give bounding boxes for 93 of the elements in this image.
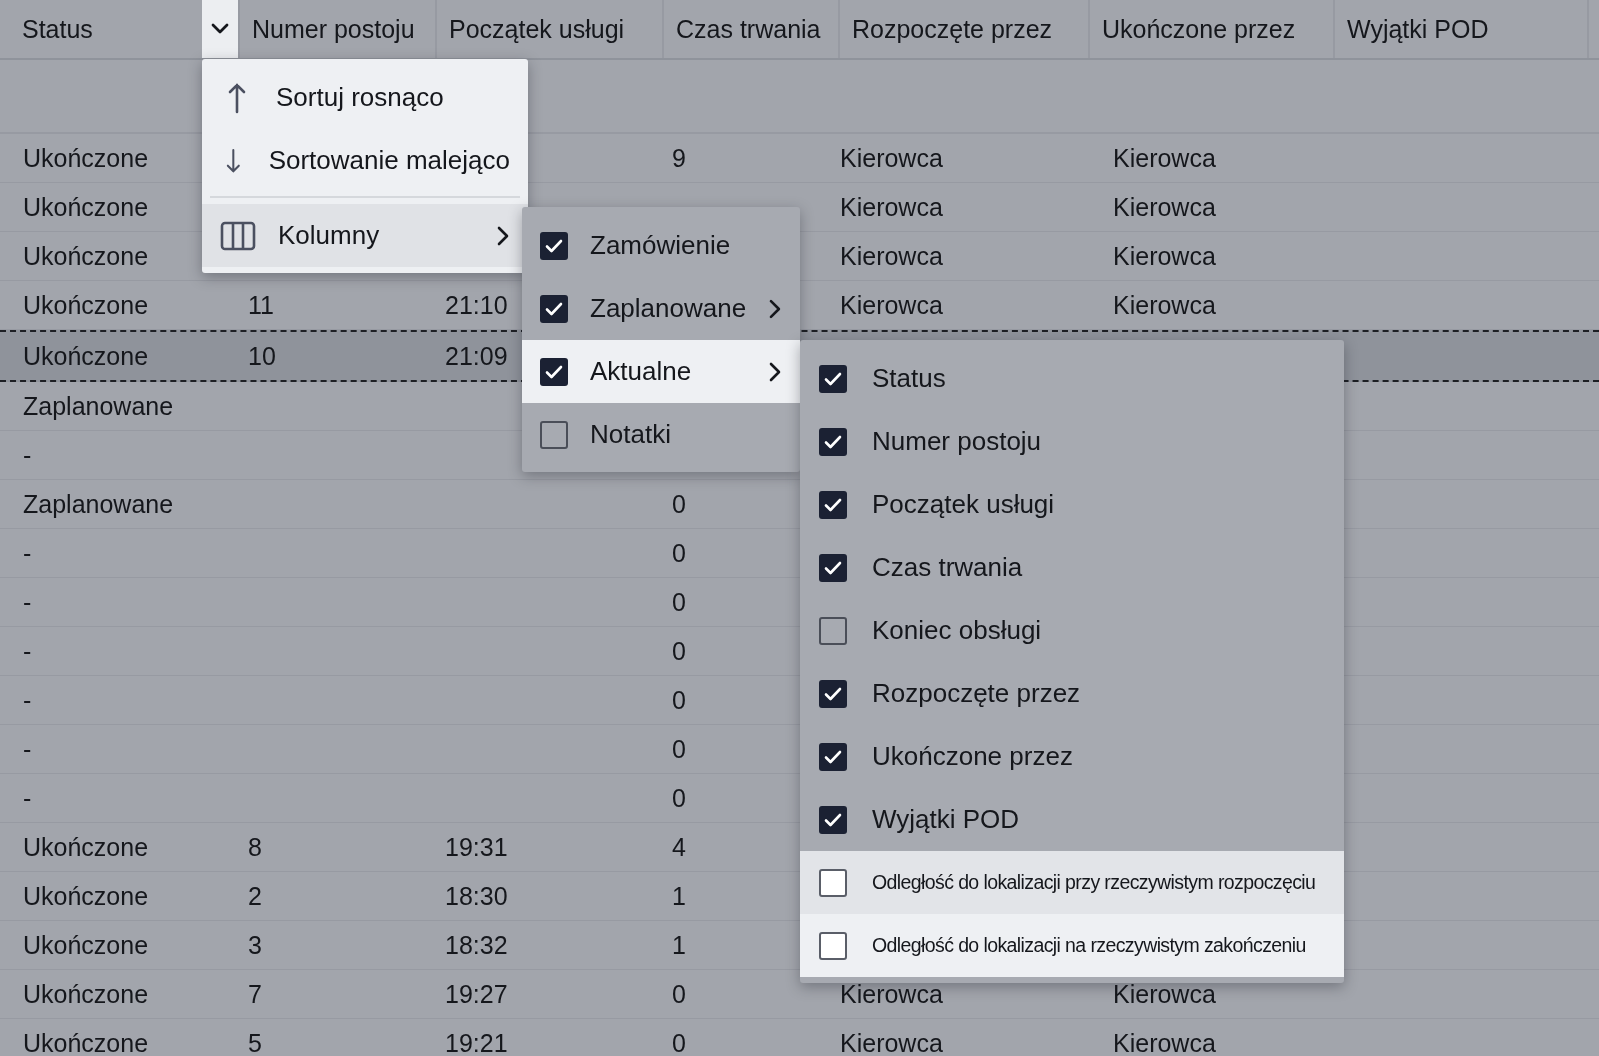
table-cell: Zaplanowane bbox=[23, 391, 174, 421]
chevron-right-icon bbox=[496, 224, 510, 247]
menu-item[interactable]: Odległość do lokalizacji na rzeczywistym zakończeniu bbox=[800, 914, 1344, 977]
table-cell: Kierowca bbox=[1113, 192, 1216, 222]
checkbox[interactable] bbox=[819, 868, 847, 897]
column-header[interactable]: Ukończone przez bbox=[1090, 14, 1296, 44]
table-cell: Kierowca bbox=[1113, 290, 1216, 320]
table-cell: Ukończone bbox=[23, 832, 149, 862]
table-cell: 18:32 bbox=[445, 930, 508, 960]
table-cell: 21:10 bbox=[445, 290, 508, 320]
table-cell: 4 bbox=[672, 832, 686, 862]
table-cell: 1 bbox=[672, 881, 686, 911]
table-cell: 7 bbox=[248, 979, 262, 1009]
table-cell: Kierowca bbox=[840, 241, 943, 271]
table-cell: 5 bbox=[248, 1028, 262, 1056]
checkbox[interactable] bbox=[819, 616, 847, 645]
table-cell: Ukończone bbox=[23, 341, 149, 371]
table-cell: Ukończone bbox=[23, 241, 149, 271]
checkbox[interactable] bbox=[540, 294, 568, 323]
table-cell: 8 bbox=[248, 832, 262, 862]
table-cell: 11 bbox=[248, 290, 274, 320]
column-header[interactable]: Wyjątki POD bbox=[1335, 14, 1489, 44]
table-cell: Ukończone bbox=[23, 1028, 149, 1056]
table-cell: 0 bbox=[672, 489, 686, 519]
table-row[interactable]: Ukończone 5 19:21 0 Kierowca Kierowca bbox=[0, 1019, 1599, 1056]
table-cell: 0 bbox=[672, 734, 686, 764]
table-cell: 2 bbox=[248, 881, 262, 911]
column-header[interactable]: Początek usługi bbox=[437, 14, 625, 44]
table-cell: 0 bbox=[672, 636, 686, 666]
table-cell: Ukończone bbox=[23, 192, 149, 222]
table-cell: 0 bbox=[672, 979, 686, 1009]
column-header[interactable]: Czas trwania bbox=[664, 14, 821, 44]
table-cell: 10 bbox=[248, 341, 276, 371]
column-header[interactable]: Rozpoczęte przez bbox=[840, 14, 1053, 44]
table-cell: - bbox=[23, 538, 32, 568]
checkbox[interactable] bbox=[819, 679, 847, 708]
table-cell: - bbox=[23, 587, 32, 617]
table-cell: 0 bbox=[672, 587, 686, 617]
table-cell: 0 bbox=[672, 783, 686, 813]
table-cell: Ukończone bbox=[23, 143, 149, 173]
checkbox[interactable] bbox=[819, 553, 847, 582]
menu-item[interactable]: Kolumny bbox=[202, 204, 528, 267]
column-header[interactable]: Numer postoju bbox=[240, 14, 415, 44]
table-cell: - bbox=[23, 636, 32, 666]
table-cell: Kierowca bbox=[840, 979, 943, 1009]
table-cell: Kierowca bbox=[1113, 979, 1216, 1009]
checkbox[interactable] bbox=[819, 742, 847, 771]
checkbox[interactable] bbox=[540, 231, 568, 260]
menu-item[interactable]: Sortuj rosnąco bbox=[202, 66, 528, 129]
table-cell: - bbox=[23, 685, 32, 715]
table-cell: 19:27 bbox=[445, 979, 508, 1009]
table-cell: Kierowca bbox=[1113, 1028, 1216, 1056]
table-cell: 19:31 bbox=[445, 832, 508, 862]
table-cell: 21:09 bbox=[445, 341, 508, 371]
table-cell: 19:21 bbox=[445, 1028, 508, 1056]
table-cell: - bbox=[23, 783, 32, 813]
table-cell: Kierowca bbox=[1113, 143, 1216, 173]
table-cell: 1 bbox=[672, 930, 686, 960]
table-cell: - bbox=[23, 440, 32, 470]
table-cell: 18:30 bbox=[445, 881, 508, 911]
column-header[interactable]: Status bbox=[0, 14, 93, 44]
checkbox[interactable] bbox=[819, 490, 847, 519]
table-cell: - bbox=[23, 734, 32, 764]
table-cell: 9 bbox=[672, 143, 686, 173]
table-cell: Kierowca bbox=[1113, 241, 1216, 271]
table-cell: Kierowca bbox=[840, 143, 943, 173]
column-menu-button[interactable] bbox=[202, 0, 240, 58]
columns-icon bbox=[220, 220, 256, 251]
table-cell: 0 bbox=[672, 685, 686, 715]
table-cell: Ukończone bbox=[23, 979, 149, 1009]
table-cell: Kierowca bbox=[840, 1028, 943, 1056]
checkbox[interactable] bbox=[819, 805, 847, 834]
checkbox[interactable] bbox=[540, 357, 568, 386]
table-cell: Ukończone bbox=[23, 290, 149, 320]
menu-item[interactable]: Numer postoju bbox=[800, 410, 1344, 473]
table-cell: Zaplanowane bbox=[23, 489, 174, 519]
menu-item[interactable]: Odległość do lokalizacji przy rzeczywistym rozpoczęciu bbox=[800, 851, 1344, 914]
checkbox[interactable] bbox=[819, 427, 847, 456]
checkbox[interactable] bbox=[819, 364, 847, 393]
table-cell: 3 bbox=[248, 930, 262, 960]
table-cell: Kierowca bbox=[840, 290, 943, 320]
table-cell: Kierowca bbox=[840, 192, 943, 222]
checkbox[interactable] bbox=[819, 931, 847, 960]
checkbox[interactable] bbox=[540, 420, 568, 449]
menu-item[interactable]: Notatki bbox=[522, 403, 800, 466]
chevron-down-icon bbox=[210, 22, 230, 36]
menu-item[interactable]: Status bbox=[800, 347, 1344, 410]
table-cell: Ukończone bbox=[23, 930, 149, 960]
table-cell: Ukończone bbox=[23, 881, 149, 911]
table-cell: 0 bbox=[672, 1028, 686, 1056]
menu-item[interactable]: Aktualne bbox=[522, 340, 800, 403]
table-cell: 0 bbox=[672, 538, 686, 568]
menu-item[interactable]: Zaplanowane bbox=[522, 277, 800, 340]
